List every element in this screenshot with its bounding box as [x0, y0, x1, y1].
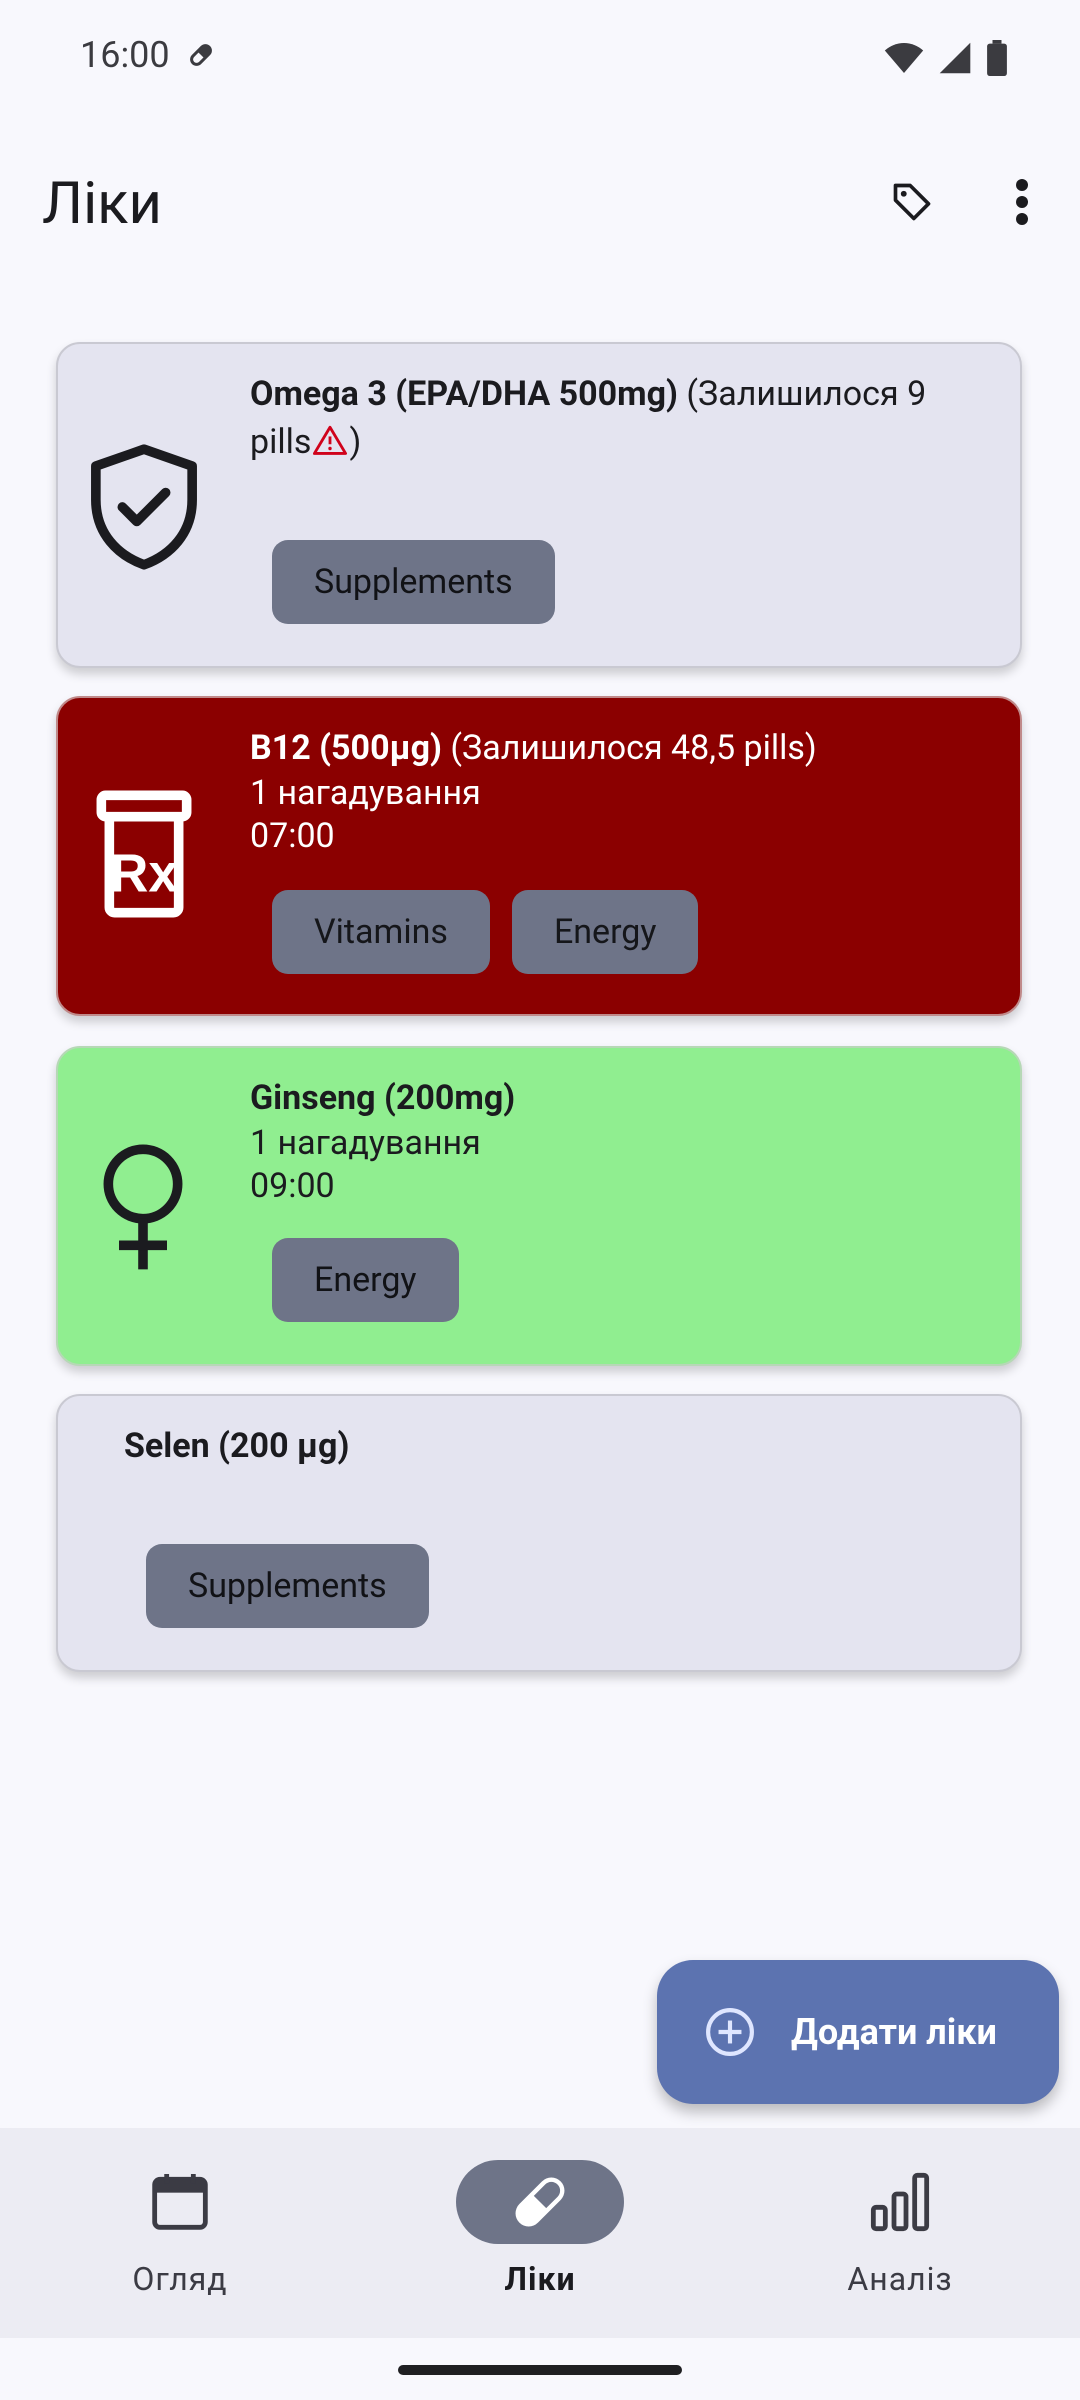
- medicine-name: Ginseng (200mg): [250, 1078, 516, 1118]
- medicine-title: Selen (200 µg): [124, 1422, 984, 1470]
- medicine-stock-unit: pills: [250, 422, 312, 462]
- nav-icon-container: [816, 2160, 984, 2244]
- medicine-stock: (Залишилося 48,5 pills): [450, 728, 817, 768]
- medicine-card-ginseng[interactable]: Ginseng (200mg) 1 нагадування 09:00 Ener…: [56, 1046, 1022, 1366]
- tag-chip[interactable]: Energy: [511, 890, 699, 974]
- nav-label: Огляд: [132, 2260, 228, 2298]
- svg-text:Rx: Rx: [110, 844, 179, 903]
- nav-icon-container-active: [456, 2160, 624, 2244]
- medicine-card-b12[interactable]: Rx B12 (500µg) (Залишилося 48,5 pills) 1…: [56, 696, 1022, 1016]
- medicine-name: Selen (200 µg): [124, 1426, 350, 1466]
- tag-chips: Supplements: [146, 1544, 429, 1628]
- add-medicine-label: Додати ліки: [791, 2011, 997, 2053]
- add-circle-icon: [706, 2008, 754, 2056]
- status-icons: [884, 40, 1008, 80]
- nav-icon-container: [96, 2160, 264, 2244]
- nav-label: Аналіз: [847, 2260, 953, 2298]
- tag-chip[interactable]: Vitamins: [272, 890, 490, 974]
- tag-chip[interactable]: Energy: [272, 1238, 459, 1322]
- nav-item-overview[interactable]: Огляд: [50, 2128, 310, 2338]
- tag-chips: Energy: [272, 1238, 459, 1322]
- nav-item-analysis[interactable]: Аналіз: [770, 2128, 1030, 2338]
- medicine-title: B12 (500µg) (Залишилося 48,5 pills): [250, 724, 984, 772]
- tag-chips: Supplements: [272, 540, 555, 624]
- pill-icon: [515, 2177, 565, 2227]
- medicine-info: Omega 3 (EPA/DHA 500mg) (Залишилося 9 pi…: [250, 370, 984, 468]
- tag-chip[interactable]: Supplements: [146, 1544, 429, 1628]
- battery-icon: [986, 40, 1008, 80]
- reminder-count: 1 нагадування: [250, 773, 481, 813]
- reminder-time: 07:00: [250, 816, 335, 856]
- status-time: 16:00: [80, 34, 170, 76]
- pill-notification-icon: [186, 40, 216, 74]
- nav-label: Ліки: [504, 2260, 576, 2298]
- medicine-stock-close: ): [349, 422, 362, 462]
- bar-chart-icon: [870, 2172, 930, 2232]
- more-vert-icon: [1016, 179, 1028, 225]
- calendar-icon: [152, 2174, 208, 2230]
- medicine-info: Selen (200 µg): [124, 1422, 984, 1470]
- medicine-title: Omega 3 (EPA/DHA 500mg) (Залишилося 9 pi…: [250, 370, 984, 468]
- tag-icon: [893, 183, 931, 221]
- add-medicine-button[interactable]: Додати ліки: [657, 1960, 1059, 2104]
- more-options-button[interactable]: [990, 170, 1054, 234]
- low-stock-warning-icon: [313, 420, 348, 468]
- nav-item-medicines[interactable]: Ліки: [410, 2128, 670, 2338]
- tag-chip[interactable]: Supplements: [272, 540, 555, 624]
- reminder-count: 1 нагадування: [250, 1123, 481, 1163]
- medicine-info: B12 (500µg) (Залишилося 48,5 pills) 1 на…: [250, 724, 984, 858]
- medicine-name: Omega 3 (EPA/DHA 500mg): [250, 374, 678, 414]
- medicine-info: Ginseng (200mg) 1 нагадування 09:00: [250, 1074, 984, 1208]
- tag-chips: Vitamins Energy: [272, 890, 699, 974]
- status-bar: 16:00: [0, 0, 1080, 118]
- tags-button[interactable]: [880, 170, 944, 234]
- gesture-navigation-bar[interactable]: [398, 2365, 682, 2375]
- reminder-time: 09:00: [250, 1166, 335, 1206]
- medicine-card-omega3[interactable]: Omega 3 (EPA/DHA 500mg) (Залишилося 9 pi…: [56, 342, 1022, 668]
- prescription-bottle-icon: Rx: [96, 790, 192, 922]
- cellular-signal-icon: [938, 41, 972, 79]
- app-bar: Ліки: [0, 150, 1080, 260]
- medicine-title: Ginseng (200mg): [250, 1074, 984, 1122]
- shield-check-icon: [86, 442, 202, 576]
- page-title: Ліки: [42, 170, 162, 238]
- medicine-stock: (Залишилося 9: [686, 374, 927, 414]
- medicine-name: B12 (500µg): [250, 728, 442, 768]
- female-symbol-icon: [100, 1144, 186, 1276]
- wifi-icon: [884, 41, 924, 79]
- medicine-card-selen[interactable]: Selen (200 µg) Supplements: [56, 1394, 1022, 1672]
- bottom-navigation: Огляд Ліки Аналіз: [0, 2128, 1080, 2338]
